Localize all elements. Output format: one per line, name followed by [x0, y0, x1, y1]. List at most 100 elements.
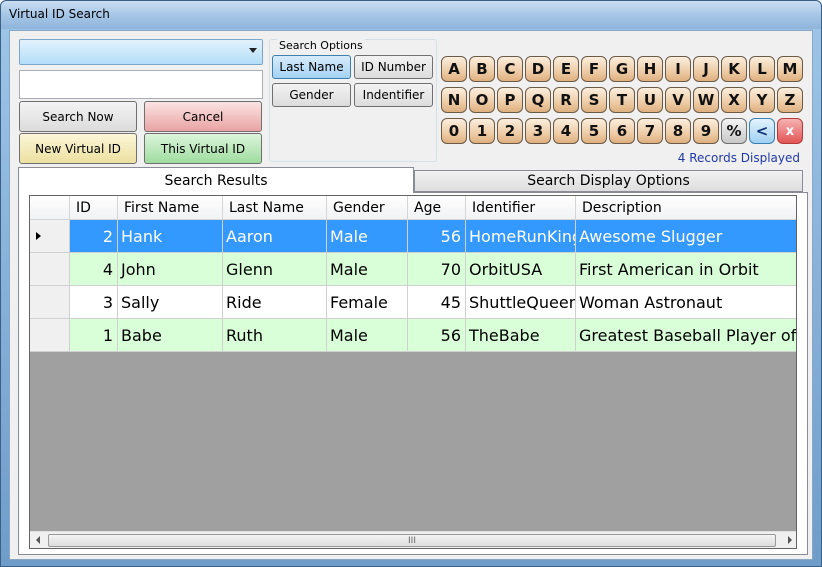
key-clear[interactable]: x	[777, 118, 803, 144]
key-y[interactable]: Y	[749, 87, 775, 113]
key-2[interactable]: 2	[497, 118, 523, 144]
key-o[interactable]: O	[469, 87, 495, 113]
scroll-left-icon[interactable]	[36, 536, 40, 544]
results-grid[interactable]: ID First Name Last Name Gender Age Ident…	[29, 195, 797, 549]
cell-gender[interactable]: Male	[327, 220, 408, 253]
cell-last-name[interactable]: Ruth	[223, 319, 327, 352]
row-header[interactable]	[30, 286, 70, 319]
key-j[interactable]: J	[693, 56, 719, 82]
key-6[interactable]: 6	[609, 118, 635, 144]
cell-description[interactable]: Woman Astronaut	[576, 286, 796, 319]
key-l[interactable]: L	[749, 56, 775, 82]
column-header-id[interactable]: ID	[70, 196, 118, 220]
table-row[interactable]: 4 John Glenn Male 70 OrbitUSA First Amer…	[30, 253, 796, 286]
column-header-identifier[interactable]: Identifier	[466, 196, 576, 220]
column-header-last-name[interactable]: Last Name	[223, 196, 327, 220]
title-bar[interactable]: Virtual ID Search	[1, 1, 821, 29]
key-3[interactable]: 3	[525, 118, 551, 144]
key-e[interactable]: E	[553, 56, 579, 82]
identifier-option-button[interactable]: Indentifier	[354, 83, 433, 107]
key-a[interactable]: A	[441, 56, 467, 82]
search-type-combo[interactable]	[19, 39, 263, 65]
key-n[interactable]: N	[441, 87, 467, 113]
key-m[interactable]: M	[777, 56, 803, 82]
key-t[interactable]: T	[609, 87, 635, 113]
column-header-first-name[interactable]: First Name	[118, 196, 223, 220]
cell-id[interactable]: 4	[70, 253, 118, 286]
key-x[interactable]: X	[721, 87, 747, 113]
cell-age[interactable]: 45	[408, 286, 466, 319]
cell-id[interactable]: 2	[70, 220, 118, 253]
key-c[interactable]: C	[497, 56, 523, 82]
key-7[interactable]: 7	[637, 118, 663, 144]
cell-identifier[interactable]: HomeRunKing	[466, 220, 576, 253]
cell-age[interactable]: 56	[408, 220, 466, 253]
table-row[interactable]: 1 Babe Ruth Male 56 TheBabe Greatest Bas…	[30, 319, 796, 352]
key-p[interactable]: P	[497, 87, 523, 113]
horizontal-scrollbar[interactable]: III	[30, 531, 796, 548]
cell-last-name[interactable]: Ride	[223, 286, 327, 319]
key-b[interactable]: B	[469, 56, 495, 82]
cell-gender[interactable]: Male	[327, 319, 408, 352]
key-w[interactable]: W	[693, 87, 719, 113]
cell-description[interactable]: Greatest Baseball Player of All T	[576, 319, 796, 352]
column-header-gender[interactable]: Gender	[327, 196, 408, 220]
key-9[interactable]: 9	[693, 118, 719, 144]
key-f[interactable]: F	[581, 56, 607, 82]
scroll-right-icon[interactable]	[788, 536, 792, 544]
key-i[interactable]: I	[665, 56, 691, 82]
key-z[interactable]: Z	[777, 87, 803, 113]
gender-option-button[interactable]: Gender	[272, 83, 351, 107]
key-4[interactable]: 4	[553, 118, 579, 144]
cell-first-name[interactable]: John	[118, 253, 223, 286]
cell-last-name[interactable]: Aaron	[223, 220, 327, 253]
scrollbar-thumb[interactable]: III	[48, 534, 776, 547]
cancel-button[interactable]: Cancel	[144, 101, 262, 132]
table-row[interactable]: 3 Sally Ride Female 45 ShuttleQueen Woma…	[30, 286, 796, 319]
id-number-option-button[interactable]: ID Number	[354, 55, 433, 79]
key-q[interactable]: Q	[525, 87, 551, 113]
key-wildcard[interactable]: %	[721, 118, 747, 144]
table-row[interactable]: 2 Hank Aaron Male 56 HomeRunKing Awesome…	[30, 220, 796, 253]
cell-description[interactable]: First American in Orbit	[576, 253, 796, 286]
key-0[interactable]: 0	[441, 118, 467, 144]
tab-search-results[interactable]: Search Results	[18, 167, 414, 193]
key-5[interactable]: 5	[581, 118, 607, 144]
cell-identifier[interactable]: OrbitUSA	[466, 253, 576, 286]
key-s[interactable]: S	[581, 87, 607, 113]
cell-last-name[interactable]: Glenn	[223, 253, 327, 286]
column-header-age[interactable]: Age	[408, 196, 466, 220]
key-r[interactable]: R	[553, 87, 579, 113]
cell-identifier[interactable]: TheBabe	[466, 319, 576, 352]
this-virtual-id-button[interactable]: This Virtual ID	[144, 133, 262, 164]
search-input[interactable]	[19, 70, 263, 99]
search-now-button[interactable]: Search Now	[19, 101, 137, 132]
new-virtual-id-button[interactable]: New Virtual ID	[19, 133, 137, 164]
row-header-selected[interactable]	[30, 220, 70, 253]
cell-first-name[interactable]: Babe	[118, 319, 223, 352]
key-h[interactable]: H	[637, 56, 663, 82]
key-d[interactable]: D	[525, 56, 551, 82]
key-u[interactable]: U	[637, 87, 663, 113]
tab-search-display-options[interactable]: Search Display Options	[414, 170, 803, 192]
cell-age[interactable]: 70	[408, 253, 466, 286]
key-1[interactable]: 1	[469, 118, 495, 144]
key-v[interactable]: V	[665, 87, 691, 113]
cell-description[interactable]: Awesome Slugger	[576, 220, 796, 253]
key-k[interactable]: K	[721, 56, 747, 82]
key-8[interactable]: 8	[665, 118, 691, 144]
cell-gender[interactable]: Male	[327, 253, 408, 286]
cell-first-name[interactable]: Hank	[118, 220, 223, 253]
cell-id[interactable]: 3	[70, 286, 118, 319]
column-header-description[interactable]: Description	[576, 196, 796, 220]
key-backspace[interactable]: <	[749, 118, 775, 144]
cell-id[interactable]: 1	[70, 319, 118, 352]
key-g[interactable]: G	[609, 56, 635, 82]
last-name-option-button[interactable]: Last Name	[272, 55, 351, 79]
cell-identifier[interactable]: ShuttleQueen	[466, 286, 576, 319]
cell-age[interactable]: 56	[408, 319, 466, 352]
cell-gender[interactable]: Female	[327, 286, 408, 319]
row-header[interactable]	[30, 253, 70, 286]
cell-first-name[interactable]: Sally	[118, 286, 223, 319]
row-header[interactable]	[30, 319, 70, 352]
